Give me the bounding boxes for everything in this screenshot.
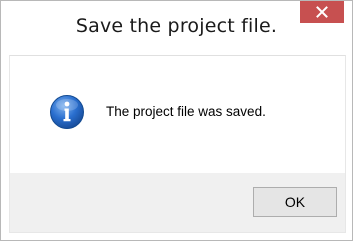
message-area: The project file was saved.	[9, 55, 346, 173]
info-icon	[50, 95, 84, 129]
close-icon	[316, 6, 328, 18]
close-button[interactable]	[300, 1, 344, 23]
button-bar: OK	[9, 173, 346, 233]
message-text: The project file was saved.	[106, 104, 266, 119]
ok-button[interactable]: OK	[253, 187, 337, 217]
message-dialog: Save the project file. The project file …	[0, 0, 353, 241]
title-bar[interactable]: Save the project file.	[1, 1, 352, 55]
